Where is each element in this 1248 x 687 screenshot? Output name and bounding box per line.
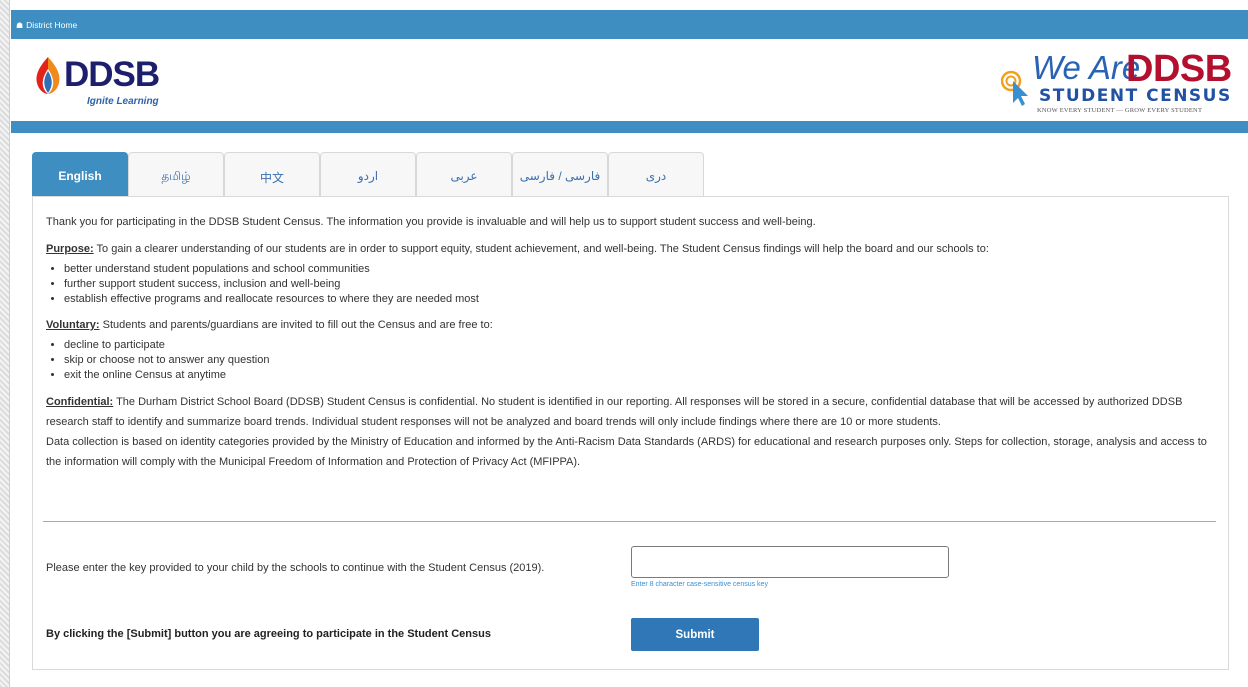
confidential-text: The Durham District School Board (DDSB) … <box>46 396 1183 428</box>
tab-farsi[interactable]: فارسی / فارسی <box>512 152 608 196</box>
purpose-list: better understand student populations an… <box>64 262 1216 307</box>
intro-text: Thank you for participating in the DDSB … <box>46 216 816 228</box>
census-info: Thank you for participating in the DDSB … <box>46 213 1216 472</box>
header-divider-stripe <box>11 121 1248 133</box>
census-panel: Thank you for participating in the DDSB … <box>32 196 1229 670</box>
census-slogan: KNOW EVERY STUDENT — GROW EVERY STUDENT <box>1037 107 1203 114</box>
tab-urdu[interactable]: اردو <box>320 152 416 196</box>
voluntary-list: decline to participate skip or choose no… <box>64 338 1216 383</box>
section-divider <box>43 521 1216 522</box>
tab-arabic[interactable]: عربی <box>416 152 512 196</box>
list-item: better understand student populations an… <box>64 262 1216 277</box>
list-item: decline to participate <box>64 338 1216 353</box>
tab-tamil[interactable]: தமிழ் <box>128 152 224 196</box>
purpose-label: Purpose: <box>46 243 94 255</box>
confidential-paragraph: Confidential: The Durham District School… <box>46 392 1216 472</box>
census-key-label: Please enter the key provided to your ch… <box>46 562 545 574</box>
census-key-input[interactable] <box>631 546 949 578</box>
list-item: skip or choose not to answer any questio… <box>64 353 1216 368</box>
voluntary-paragraph: Voluntary: Students and parents/guardian… <box>46 316 1216 334</box>
voluntary-label: Voluntary: <box>46 319 100 331</box>
language-tabs: English தமிழ் 中文 اردو عربی فارسی / فارسی… <box>32 152 704 196</box>
flame-icon <box>36 57 60 94</box>
census-title: STUDENT CENSUS <box>1039 86 1232 106</box>
agreement-text: By clicking the [Submit] button you are … <box>46 628 491 640</box>
logo-tagline: Ignite Learning <box>87 96 159 107</box>
ddsb-logo[interactable]: DDSB Ignite Learning <box>31 51 191 111</box>
list-item: exit the online Census at anytime <box>64 368 1216 383</box>
student-census-logo: We Are DDSB STUDENT CENSUS KNOW EVERY ST… <box>1001 48 1246 117</box>
list-item: establish effective programs and realloc… <box>64 292 1216 307</box>
ddsb-wordmark: DDSB <box>64 55 160 94</box>
confidential-label: Confidential: <box>46 396 114 408</box>
tab-chinese[interactable]: 中文 <box>224 152 320 196</box>
home-icon[interactable]: ☗ <box>16 21 23 30</box>
brand-header: DDSB Ignite Learning We Are DDSB STUDENT… <box>11 39 1248 121</box>
left-edge-strip <box>0 0 10 687</box>
census-key-hint: Enter 8 character case-sensitive census … <box>631 581 768 588</box>
voluntary-text: Students and parents/guardians are invit… <box>99 319 493 331</box>
purpose-text: To gain a clearer understanding of our s… <box>93 243 989 255</box>
tab-english[interactable]: English <box>32 152 128 196</box>
tab-dari[interactable]: دری <box>608 152 704 196</box>
submit-button[interactable]: Submit <box>631 618 759 651</box>
census-we-are: We Are <box>1032 49 1141 86</box>
purpose-paragraph: Purpose: To gain a clearer understanding… <box>46 240 1216 258</box>
list-item: further support student success, inclusi… <box>64 277 1216 292</box>
top-nav-bar: ☗ District Home <box>11 10 1248 39</box>
census-ddsb: DDSB <box>1126 48 1232 90</box>
cursor-icon <box>1001 70 1028 106</box>
data-collection-text: Data collection is based on identity cat… <box>46 436 1207 468</box>
district-home-link[interactable]: District Home <box>26 20 77 30</box>
